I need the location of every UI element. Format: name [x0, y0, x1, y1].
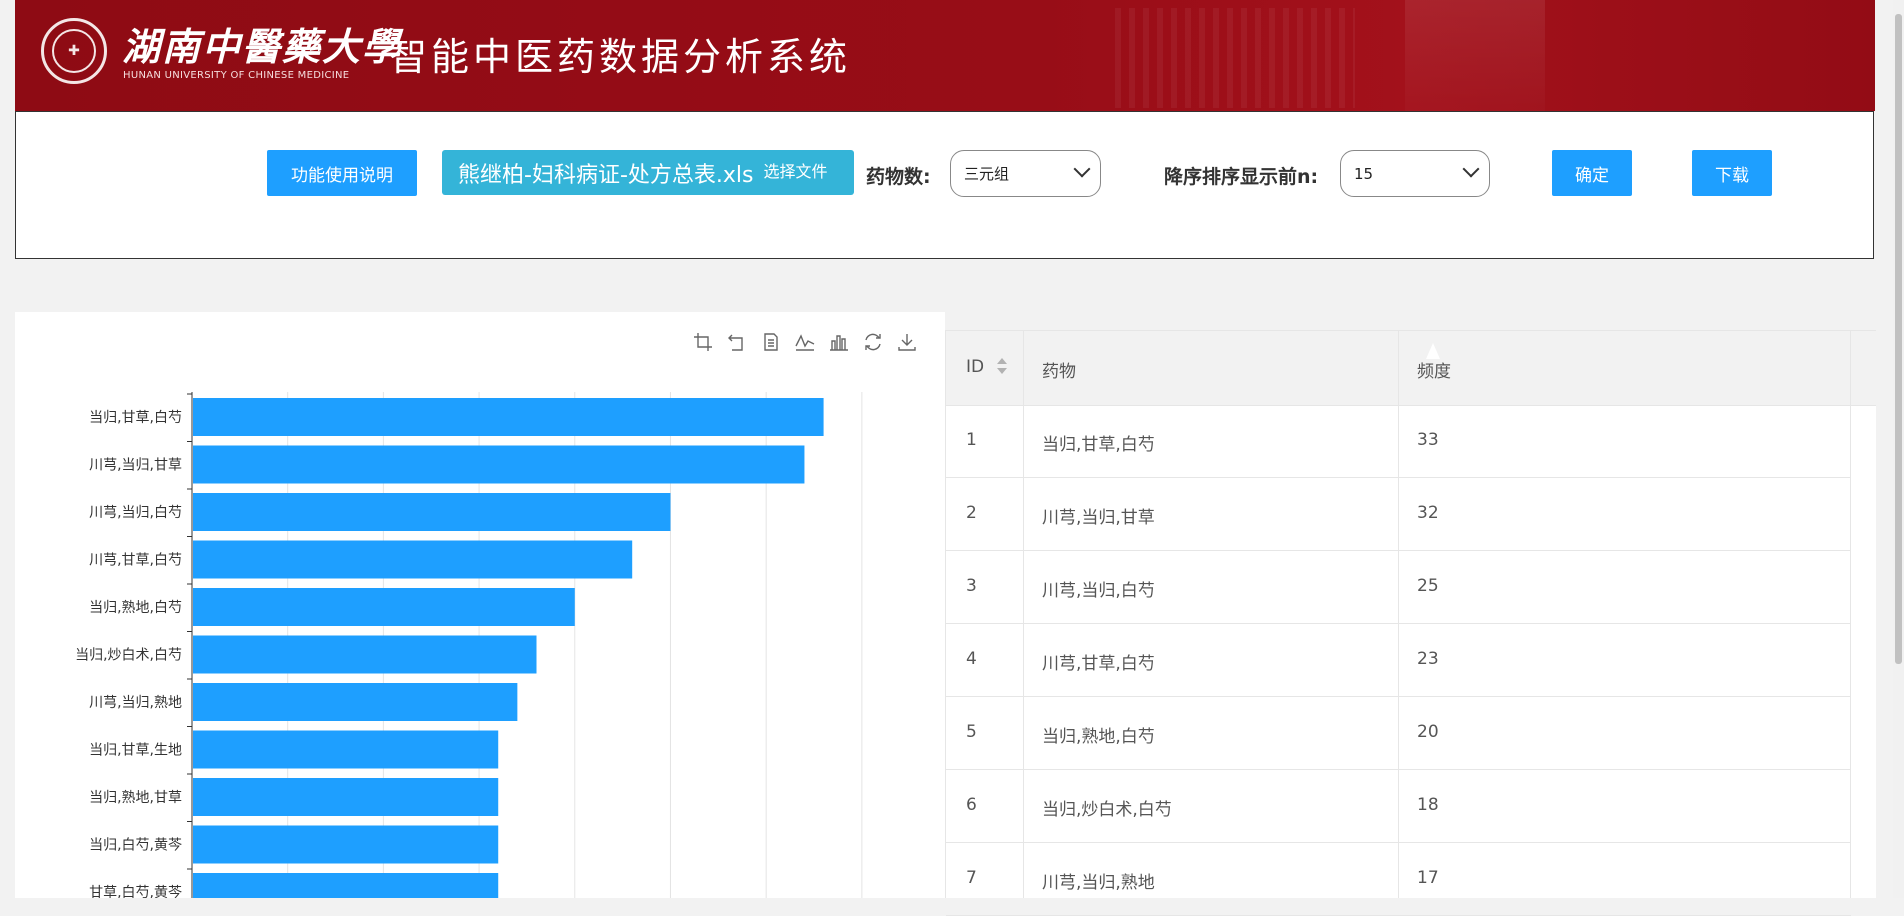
- control-bar: 功能使用说明 熊继柏-妇科病证-处方总表.xls 选择文件 药物数: 三元组 降…: [15, 111, 1874, 259]
- file-input[interactable]: 熊继柏-妇科病证-处方总表.xls 选择文件: [442, 150, 854, 195]
- system-title: 智能中医药数据分析系统: [389, 35, 852, 79]
- site-header: ✚ 湖南中醫藥大學 HUNAN UNIVERSITY OF CHINESE ME…: [15, 0, 1875, 111]
- category-label: 当归,甘草,生地: [89, 742, 182, 759]
- table-row[interactable]: 3 川芎,当归,白芍 25: [946, 550, 1851, 624]
- table-row[interactable]: 5 当归,熟地,白芍 20: [946, 696, 1851, 770]
- topn-label: 降序排序显示前n:: [1164, 166, 1319, 188]
- bar[interactable]: [193, 588, 575, 626]
- cell-id: 6: [966, 795, 977, 815]
- header-herb: 药物: [1042, 362, 1076, 382]
- chevron-down-icon: [1073, 160, 1091, 178]
- cell-id: 2: [966, 503, 977, 523]
- topn-value: 15: [1354, 164, 1374, 183]
- bar[interactable]: [193, 540, 633, 579]
- page-scrollbar[interactable]: [1893, 0, 1904, 898]
- header-id[interactable]: ID: [966, 357, 984, 377]
- topn-select[interactable]: 15: [1340, 150, 1490, 197]
- bar-chart: 当归,甘草,白芍川芎,当归,甘草川芎,当归,白芍川芎,甘草,白芍当归,熟地,白芍…: [75, 392, 863, 898]
- category-label: 当归,熟地,白芍: [89, 599, 182, 616]
- bar[interactable]: [193, 825, 499, 864]
- header-frequency: 频度: [1417, 362, 1451, 382]
- cell-id: 1: [966, 430, 977, 450]
- herb-count-select[interactable]: 三元组: [950, 150, 1101, 197]
- herb-count-value: 三元组: [964, 165, 1010, 183]
- table-row[interactable]: 7 川芎,当归,熟地 17: [946, 842, 1851, 916]
- table-row[interactable]: 2 川芎,当归,甘草 32: [946, 477, 1851, 551]
- cell-herbs: 当归,甘草,白芍: [1042, 435, 1155, 455]
- cell-frequency: 17: [1417, 868, 1439, 888]
- logo-seal: ✚: [52, 29, 96, 73]
- university-logo-icon: ✚: [41, 18, 107, 84]
- category-label: 甘草,白芍,黄芩: [89, 884, 182, 898]
- university-name-cn: 湖南中醫藥大學: [122, 24, 403, 69]
- cell-frequency: 33: [1417, 430, 1439, 450]
- scrollbar-thumb[interactable]: [1895, 14, 1902, 664]
- category-label: 川芎,甘草,白芍: [89, 553, 182, 569]
- bar[interactable]: [193, 778, 499, 816]
- cell-id: 5: [966, 722, 977, 742]
- category-label: 川芎,当归,熟地: [89, 694, 182, 711]
- cell-frequency: 20: [1417, 722, 1439, 742]
- cell-id: 3: [966, 576, 977, 596]
- bar[interactable]: [193, 445, 805, 484]
- table-row[interactable]: 6 当归,炒白术,白芍 18: [946, 769, 1851, 843]
- confirm-button[interactable]: 确定: [1552, 150, 1632, 196]
- cell-herbs: 当归,熟地,白芍: [1042, 727, 1155, 747]
- sort-icon[interactable]: [997, 358, 1007, 376]
- bar[interactable]: [193, 730, 499, 769]
- help-button[interactable]: 功能使用说明: [267, 150, 417, 196]
- chart-panel: 当归,甘草,白芍 川芎,当归,甘草 川芎,当归,白芍 川芎,甘草,白芍 当归,熟地,白芍…: [15, 312, 945, 898]
- category-label: 川芎,当归,甘草: [89, 457, 182, 474]
- cell-herbs: 川芎,甘草,白芍: [1042, 654, 1155, 674]
- cell-frequency: 25: [1417, 576, 1439, 596]
- category-label: 当归,甘草,白芍: [89, 409, 182, 426]
- table-row[interactable]: 1 当归,甘草,白芍 33: [946, 404, 1851, 478]
- table-row[interactable]: 4 川芎,甘草,白芍 23: [946, 623, 1851, 697]
- cell-herbs: 川芎,当归,甘草: [1042, 508, 1155, 528]
- category-label: 当归,白芍,黄芩: [89, 837, 182, 854]
- bar[interactable]: [193, 873, 499, 898]
- cell-id: 7: [966, 868, 977, 888]
- cell-frequency: 32: [1417, 503, 1439, 523]
- university-name-en: HUNAN UNIVERSITY OF CHINESE MEDICINE: [123, 70, 350, 81]
- bar[interactable]: [193, 635, 537, 674]
- category-label: 当归,熟地,甘草: [89, 789, 182, 806]
- bar[interactable]: [193, 683, 518, 721]
- file-name: 熊继柏-妇科病证-处方总表.xls: [458, 162, 754, 188]
- cell-id: 4: [966, 649, 977, 669]
- bar[interactable]: [193, 398, 824, 436]
- category-label: 当归,炒白术,白芍: [75, 647, 182, 664]
- cell-frequency: 23: [1417, 649, 1439, 669]
- category-label: 川芎,当归,白芍: [89, 504, 182, 521]
- cell-herbs: 当归,炒白术,白芍: [1042, 800, 1172, 820]
- herb-count-label: 药物数:: [866, 166, 931, 188]
- header-decoration: [1115, 8, 1355, 108]
- header-decoration-building: [1405, 0, 1545, 111]
- chevron-down-icon: [1462, 160, 1480, 178]
- result-table: ID 药物 频度 1 当归,甘草,白芍 33 2 川芎,当归,甘草 32 3 川芎,当归,白芍…: [945, 330, 1876, 916]
- mouse-cursor-icon: [1426, 343, 1440, 359]
- choose-file-button[interactable]: 选择文件: [763, 158, 827, 182]
- download-button[interactable]: 下载: [1692, 150, 1772, 196]
- cell-herbs: 川芎,当归,熟地: [1042, 873, 1155, 893]
- table-header: ID 药物 频度: [946, 330, 1876, 406]
- cell-herbs: 川芎,当归,白芍: [1042, 581, 1155, 601]
- cell-frequency: 18: [1417, 795, 1439, 815]
- bar[interactable]: [193, 493, 671, 531]
